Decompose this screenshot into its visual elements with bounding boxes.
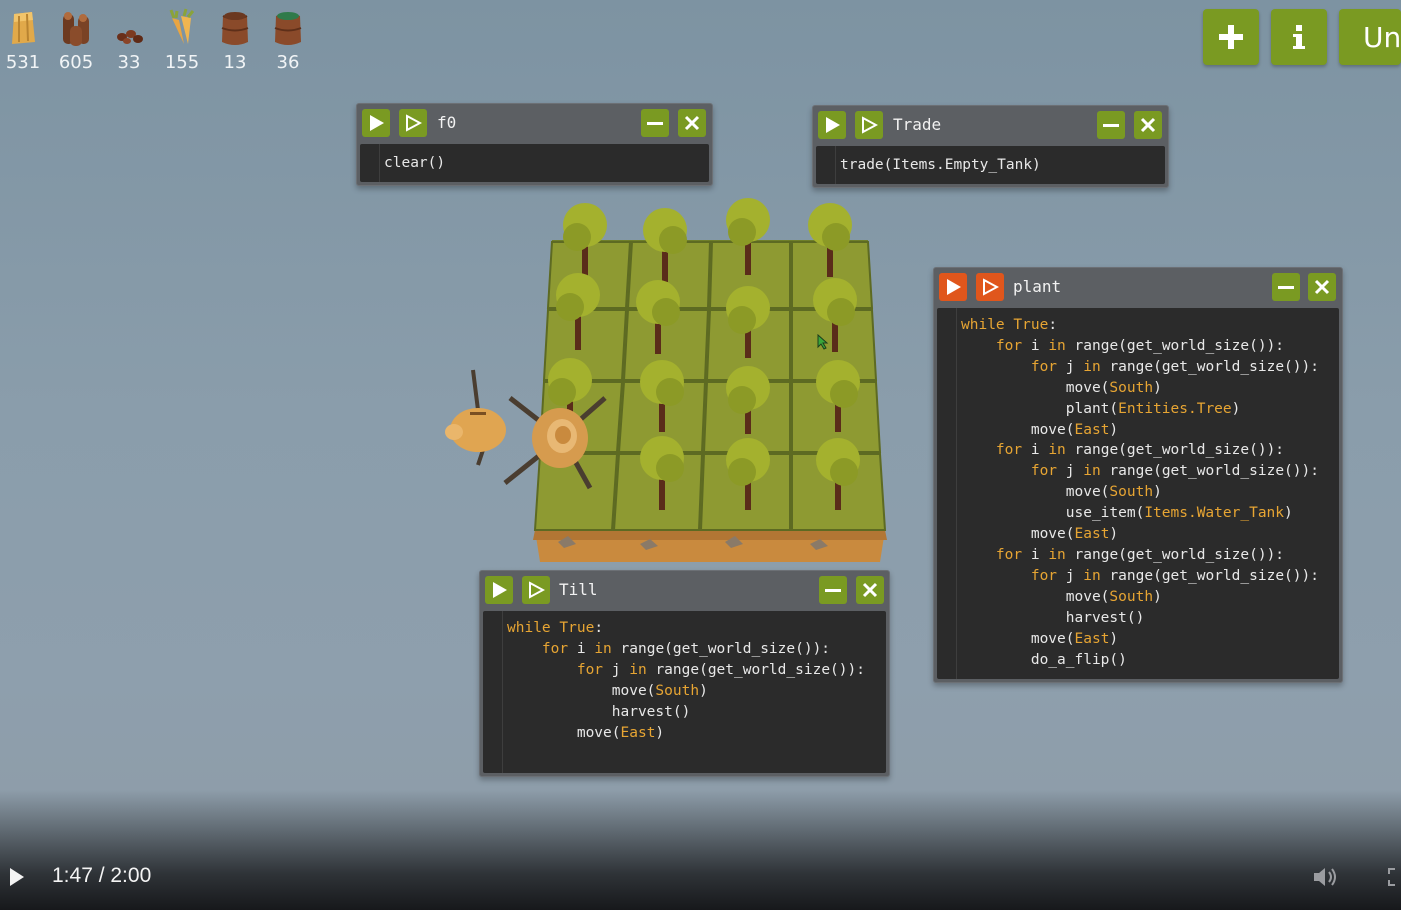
resource-count: 36 bbox=[276, 52, 300, 73]
carrot-icon bbox=[169, 8, 195, 44]
window-titlebar[interactable]: Trade bbox=[813, 106, 1168, 144]
resource-empty-tank: 13 bbox=[212, 8, 258, 73]
run-button[interactable] bbox=[818, 111, 846, 139]
step-button[interactable] bbox=[976, 273, 1004, 301]
window-titlebar[interactable]: Till bbox=[480, 571, 889, 609]
window-titlebar[interactable]: plant bbox=[934, 268, 1342, 306]
video-play-icon[interactable] bbox=[8, 867, 26, 887]
resource-count: 531 bbox=[5, 52, 41, 73]
close-icon bbox=[1314, 279, 1330, 295]
close-button[interactable] bbox=[856, 576, 884, 604]
minimize-button[interactable] bbox=[819, 576, 847, 604]
farm-field bbox=[445, 198, 887, 562]
resource-hay: 531 bbox=[0, 8, 46, 73]
minimize-button[interactable] bbox=[1272, 273, 1300, 301]
info-button[interactable] bbox=[1271, 9, 1327, 65]
resource-count: 13 bbox=[223, 52, 247, 73]
window-title: f0 bbox=[437, 113, 457, 132]
close-button[interactable] bbox=[678, 109, 706, 137]
minimize-icon bbox=[1278, 286, 1294, 289]
code-editor[interactable]: while True: for i in range(get_world_siz… bbox=[483, 611, 886, 773]
step-play-icon bbox=[862, 116, 878, 134]
code-text: trade(Items.Empty_Tank) bbox=[840, 155, 1041, 176]
step-play-icon bbox=[406, 114, 422, 132]
play-icon bbox=[493, 582, 507, 598]
step-play-icon bbox=[529, 581, 545, 599]
code-window-f0: f0 clear() bbox=[356, 103, 713, 186]
video-time: 1:47 / 2:00 bbox=[52, 864, 152, 887]
hay-icon bbox=[12, 12, 35, 44]
fullscreen-icon[interactable] bbox=[1387, 867, 1401, 887]
water-tank-icon bbox=[274, 12, 302, 45]
resource-count: 155 bbox=[164, 52, 200, 73]
minimize-icon bbox=[1103, 124, 1119, 127]
minimize-icon bbox=[647, 122, 663, 125]
resource-seeds: 33 bbox=[106, 8, 152, 73]
info-icon bbox=[1293, 25, 1305, 49]
resource-count: 33 bbox=[117, 52, 141, 73]
resource-carrot: 155 bbox=[159, 8, 205, 73]
play-icon bbox=[370, 115, 384, 131]
window-title: Trade bbox=[893, 115, 942, 134]
window-title: plant bbox=[1013, 277, 1062, 296]
code-editor[interactable]: trade(Items.Empty_Tank) bbox=[816, 146, 1165, 184]
close-icon bbox=[684, 115, 700, 131]
plus-icon bbox=[1219, 25, 1243, 49]
piggy-bank-icon bbox=[445, 369, 506, 466]
step-button[interactable] bbox=[522, 576, 550, 604]
step-button[interactable] bbox=[855, 111, 883, 139]
volume-icon[interactable] bbox=[1312, 865, 1338, 889]
code-window-plant: plant while True: for i in range(get_wor… bbox=[933, 267, 1343, 683]
line-gutter bbox=[937, 308, 957, 679]
play-icon bbox=[826, 117, 840, 133]
resource-wood: 605 bbox=[53, 8, 99, 73]
close-icon bbox=[862, 582, 878, 598]
line-gutter bbox=[483, 611, 503, 773]
run-button[interactable] bbox=[362, 109, 390, 137]
minimize-button[interactable] bbox=[641, 109, 669, 137]
resource-water-tank: 36 bbox=[265, 8, 311, 73]
minimize-button[interactable] bbox=[1097, 111, 1125, 139]
wood-logs-icon bbox=[63, 12, 89, 46]
code-text: while True: for i in range(get_world_siz… bbox=[961, 317, 1319, 668]
run-button[interactable] bbox=[939, 273, 967, 301]
code-window-till: Till while True: for i in range(get_worl… bbox=[479, 570, 890, 777]
close-icon bbox=[1140, 117, 1156, 133]
window-titlebar[interactable]: f0 bbox=[357, 104, 712, 142]
window-title: Till bbox=[559, 580, 598, 599]
unlock-button[interactable]: Un bbox=[1339, 9, 1401, 65]
code-line: clear() bbox=[384, 155, 446, 171]
add-button[interactable] bbox=[1203, 9, 1259, 65]
close-button[interactable] bbox=[1134, 111, 1162, 139]
empty-tank-icon bbox=[221, 12, 249, 45]
code-line: trade(Items.Empty_Tank) bbox=[840, 157, 1041, 173]
minimize-icon bbox=[825, 589, 841, 592]
code-editor[interactable]: clear() bbox=[360, 144, 709, 182]
line-gutter bbox=[816, 146, 836, 184]
run-button[interactable] bbox=[485, 576, 513, 604]
code-text: clear() bbox=[384, 153, 445, 174]
line-gutter bbox=[360, 144, 380, 182]
unlock-button-label: Un bbox=[1363, 20, 1401, 54]
step-play-icon bbox=[983, 278, 999, 296]
code-text: while True: for i in range(get_world_siz… bbox=[507, 620, 865, 741]
cursor-icon bbox=[817, 334, 829, 350]
play-icon bbox=[947, 279, 961, 295]
close-button[interactable] bbox=[1308, 273, 1336, 301]
code-window-trade: Trade trade(Items.Empty_Tank) bbox=[812, 105, 1169, 188]
code-editor[interactable]: while True: for i in range(get_world_siz… bbox=[937, 308, 1339, 679]
video-controls bbox=[0, 790, 1401, 910]
step-button[interactable] bbox=[399, 109, 427, 137]
resource-count: 605 bbox=[58, 52, 94, 73]
seeds-icon bbox=[117, 30, 143, 44]
